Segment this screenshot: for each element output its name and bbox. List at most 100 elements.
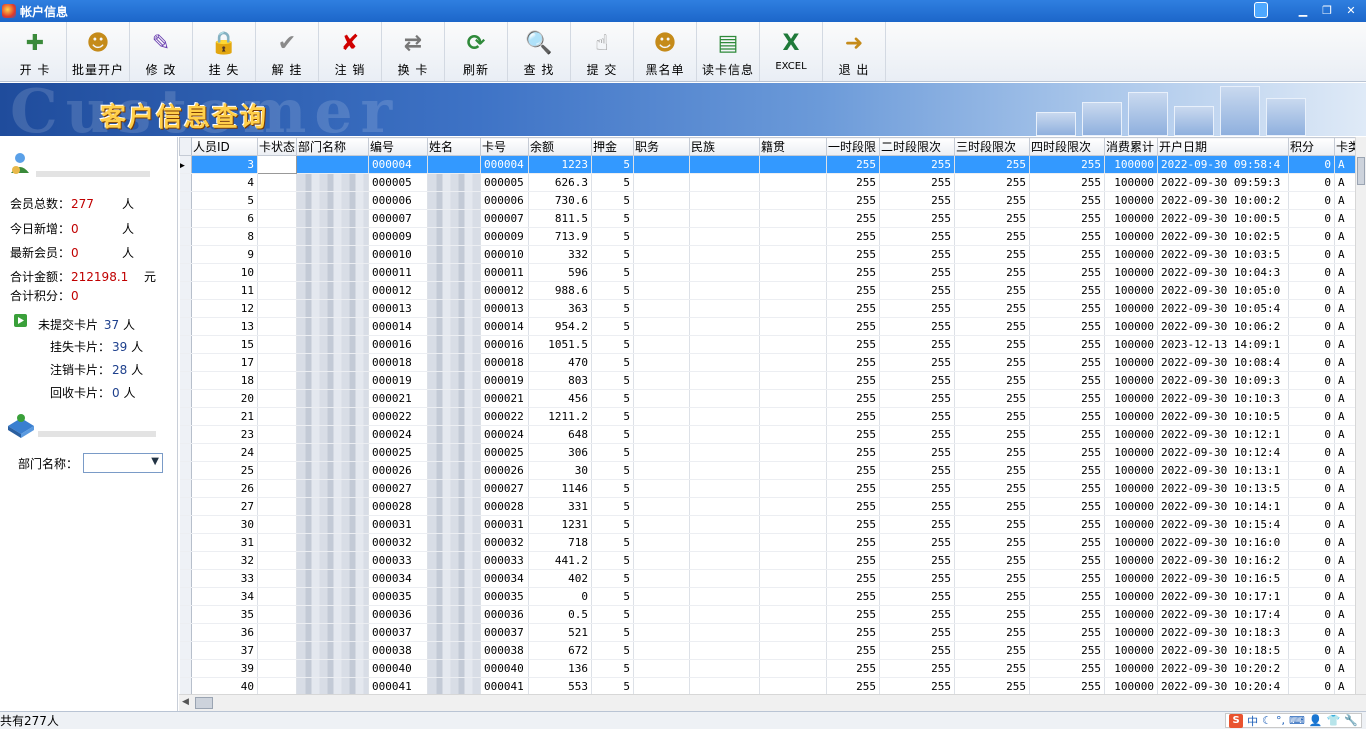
table-cell[interactable]: 441.2 — [528, 551, 593, 570]
table-cell[interactable] — [633, 155, 691, 174]
table-cell[interactable]: 000021 — [368, 389, 429, 408]
table-cell[interactable]: 255 — [1029, 479, 1106, 498]
table-cell[interactable]: 100000 — [1104, 605, 1159, 624]
table-cell[interactable]: 255 — [954, 263, 1031, 282]
table-cell[interactable]: 0 — [1288, 389, 1336, 408]
table-cell[interactable] — [633, 497, 691, 516]
table-cell[interactable]: 255 — [954, 641, 1031, 660]
table-cell[interactable]: 000033 — [480, 551, 530, 570]
table-cell[interactable]: 0 — [1288, 479, 1336, 498]
table-cell[interactable] — [689, 443, 761, 462]
table-cell[interactable] — [689, 353, 761, 372]
table-cell[interactable]: 2022-09-30 10:06:2 — [1157, 317, 1290, 336]
table-cell[interactable]: 255 — [1029, 587, 1106, 606]
table-cell[interactable]: 100000 — [1104, 461, 1159, 480]
table-cell[interactable]: 000028 — [368, 497, 429, 516]
table-cell[interactable]: 5 — [591, 659, 635, 678]
table-cell[interactable] — [257, 461, 298, 480]
search-button[interactable]: 🔍 查 找 — [508, 22, 571, 81]
table-cell[interactable]: 255 — [879, 353, 956, 372]
table-row[interactable]: 11 000012 000012 988.6 5 255 255 255 255 100000 20… — [179, 281, 1363, 300]
table-cell[interactable]: 0 — [1288, 587, 1336, 606]
table-cell[interactable] — [689, 299, 761, 318]
table-cell[interactable]: 5 — [591, 263, 635, 282]
table-cell[interactable] — [633, 263, 691, 282]
table-cell[interactable]: 255 — [826, 605, 881, 624]
table-cell[interactable]: 100000 — [1104, 335, 1159, 354]
table-cell[interactable]: 954.2 — [528, 317, 593, 336]
scroll-left-icon[interactable]: ◀ — [182, 697, 189, 707]
table-cell[interactable]: 5 — [591, 533, 635, 552]
table-cell[interactable] — [759, 551, 828, 570]
table-cell[interactable]: 100000 — [1104, 479, 1159, 498]
table-cell[interactable]: 255 — [879, 623, 956, 642]
table-cell[interactable]: 2022-09-30 10:12:4 — [1157, 443, 1290, 462]
table-cell[interactable] — [257, 605, 298, 624]
table-cell[interactable]: 000031 — [480, 515, 530, 534]
table-cell[interactable]: 255 — [954, 227, 1031, 246]
table-cell[interactable]: 13 — [191, 317, 258, 336]
table-cell[interactable]: 100000 — [1104, 191, 1159, 210]
column-header[interactable]: 职务 — [633, 137, 691, 156]
table-cell[interactable] — [633, 173, 691, 192]
table-cell[interactable] — [427, 245, 482, 264]
row-indicator[interactable] — [179, 569, 192, 588]
table-cell[interactable] — [257, 299, 298, 318]
table-cell[interactable]: 5 — [591, 425, 635, 444]
table-cell[interactable] — [427, 569, 482, 588]
table-cell[interactable]: 5 — [591, 497, 635, 516]
column-header[interactable]: 姓名 — [427, 137, 482, 156]
table-cell[interactable] — [759, 659, 828, 678]
table-cell[interactable]: 255 — [954, 605, 1031, 624]
table-cell[interactable]: 255 — [954, 371, 1031, 390]
exit-button[interactable]: ➜ 退 出 — [823, 22, 886, 81]
table-cell[interactable] — [759, 317, 828, 336]
table-cell[interactable] — [633, 425, 691, 444]
table-cell[interactable]: 255 — [826, 335, 881, 354]
table-cell[interactable]: 2022-09-30 10:20:4 — [1157, 677, 1290, 696]
table-cell[interactable]: 255 — [1029, 641, 1106, 660]
table-cell[interactable]: 255 — [1029, 173, 1106, 192]
table-cell[interactable] — [427, 173, 482, 192]
table-row[interactable]: 32 000033 000033 441.2 5 255 255 255 255 100000 20… — [179, 551, 1363, 570]
table-cell[interactable] — [296, 299, 370, 318]
table-cell[interactable]: 255 — [826, 281, 881, 300]
table-cell[interactable] — [257, 173, 298, 192]
table-cell[interactable]: 255 — [879, 281, 956, 300]
table-cell[interactable] — [689, 281, 761, 300]
table-cell[interactable]: 100000 — [1104, 515, 1159, 534]
table-cell[interactable] — [759, 335, 828, 354]
table-cell[interactable] — [296, 335, 370, 354]
table-cell[interactable]: 255 — [954, 281, 1031, 300]
table-cell[interactable] — [257, 389, 298, 408]
table-row[interactable]: 35 000036 000036 0.5 5 255 255 255 255 100000 2022… — [179, 605, 1363, 624]
table-row[interactable]: 30 000031 000031 1231 5 255 255 255 255 100000 202… — [179, 515, 1363, 534]
table-cell[interactable] — [689, 569, 761, 588]
table-cell[interactable] — [689, 623, 761, 642]
chevron-down-icon[interactable]: ▼ — [151, 456, 159, 467]
table-cell[interactable] — [296, 425, 370, 444]
table-cell[interactable] — [427, 515, 482, 534]
table-cell[interactable]: 255 — [826, 245, 881, 264]
table-cell[interactable]: 100000 — [1104, 443, 1159, 462]
table-cell[interactable]: 2022-09-30 10:13:1 — [1157, 461, 1290, 480]
table-cell[interactable]: 255 — [826, 659, 881, 678]
table-cell[interactable]: 255 — [954, 551, 1031, 570]
table-cell[interactable] — [296, 497, 370, 516]
help-icon[interactable] — [1254, 2, 1268, 18]
table-cell[interactable]: 255 — [1029, 677, 1106, 696]
table-cell[interactable] — [633, 407, 691, 426]
table-cell[interactable]: 5 — [591, 353, 635, 372]
table-cell[interactable] — [427, 353, 482, 372]
table-cell[interactable] — [633, 677, 691, 696]
table-cell[interactable]: 100000 — [1104, 497, 1159, 516]
table-cell[interactable] — [689, 677, 761, 696]
table-cell[interactable] — [633, 299, 691, 318]
table-cell[interactable]: 100000 — [1104, 425, 1159, 444]
table-cell[interactable]: 255 — [1029, 353, 1106, 372]
table-cell[interactable]: 000004 — [480, 155, 530, 174]
table-cell[interactable] — [257, 443, 298, 462]
table-cell[interactable] — [759, 587, 828, 606]
table-cell[interactable]: 5 — [591, 515, 635, 534]
table-cell[interactable] — [427, 317, 482, 336]
